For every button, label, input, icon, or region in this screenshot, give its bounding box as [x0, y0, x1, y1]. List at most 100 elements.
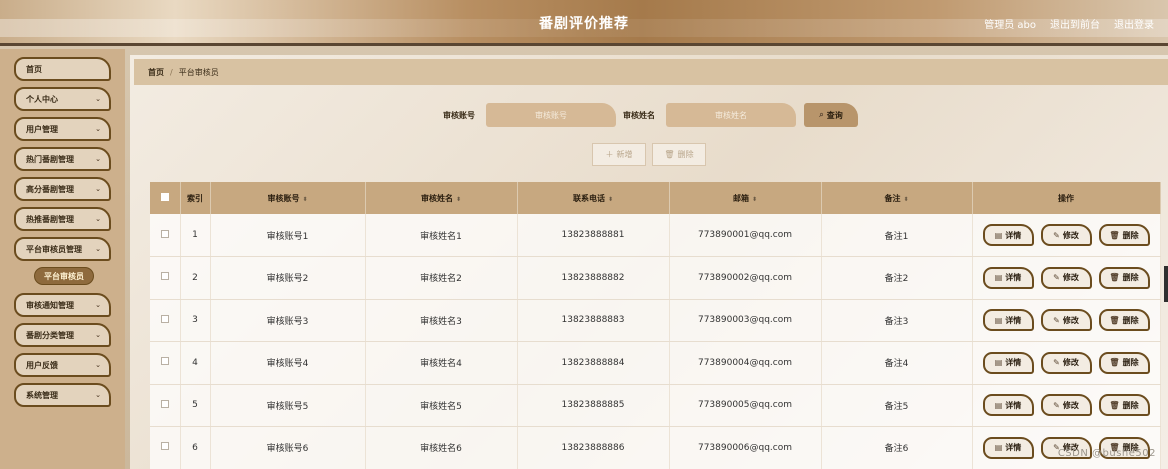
table-row: 5 审核账号5 审核姓名5 13823888885 773890005@qq.c…: [150, 384, 1161, 427]
logout-link[interactable]: 退出登录: [1114, 16, 1154, 31]
row-checkbox[interactable]: [160, 399, 169, 408]
detail-button[interactable]: ▤ 详情: [982, 436, 1034, 459]
row-checkbox[interactable]: [160, 314, 169, 323]
sidebar-item-hot-anime[interactable]: 热门番剧管理 ⌄: [14, 147, 111, 171]
table-row: 1 审核账号1 审核姓名1 13823888881 773890001@qq.c…: [150, 214, 1161, 257]
trash-icon: 🗑: [1109, 273, 1120, 283]
row-select-cell: [150, 384, 181, 427]
add-button[interactable]: ＋ 新增: [592, 143, 646, 166]
header-name[interactable]: 审核姓名 ⬍: [365, 182, 518, 214]
cell-email: 773890001@qq.com: [669, 214, 822, 257]
cell-name: 审核姓名6: [365, 426, 518, 469]
edit-button[interactable]: ✎ 修改: [1040, 394, 1092, 417]
delete-button[interactable]: 🗑 删除: [1098, 394, 1150, 417]
sidebar-item-feedback[interactable]: 用户反馈 ⌄: [14, 353, 111, 377]
table-row: 4 审核账号4 审核姓名4 13823888884 773890004@qq.c…: [150, 341, 1161, 385]
main-content: 首页 / 平台审核员 审核账号 审核姓名 ⌕ 查询 ＋ 新增 🗑 删除 索引: [130, 55, 1168, 469]
cell-index: 5: [180, 384, 211, 427]
sidebar-item-reviewer-management[interactable]: 平台审核员管理 ⌄: [14, 237, 111, 261]
reviewer-table: 索引 审核账号 ⬍ 审核姓名 ⬍ 联系电话 ⬍ 邮箱 ⬍ 备注 ⬍ 操作 1 审核账号1 …: [150, 182, 1161, 469]
admin-user-label: 管理员 abo: [984, 20, 1036, 31]
header-note[interactable]: 备注 ⬍: [821, 182, 973, 214]
cell-note: 备注3: [821, 299, 973, 342]
scrollbar-handle[interactable]: [1164, 266, 1168, 302]
sidebar-item-profile[interactable]: 个人中心 ⌄: [14, 87, 111, 111]
sidebar-item-system[interactable]: 系统管理 ⌄: [14, 383, 111, 407]
row-checkbox[interactable]: [160, 442, 169, 451]
delete-button[interactable]: 🗑 删除: [1098, 224, 1150, 246]
document-icon: ▤: [994, 443, 1003, 453]
cell-ops: ▤ 详情 ✎ 修改 🗑 删除: [972, 214, 1161, 257]
back-to-front-link[interactable]: 退出到前台: [1050, 16, 1100, 31]
query-button[interactable]: ⌕ 查询: [804, 103, 858, 127]
sidebar-item-anime-categories[interactable]: 番剧分类管理 ⌄: [14, 323, 111, 347]
edit-button[interactable]: ✎ 修改: [1040, 309, 1092, 332]
sidebar-item-home[interactable]: 首页: [14, 57, 111, 81]
cell-ops: ▤ 详情 ✎ 修改 🗑 删除: [972, 299, 1161, 342]
cell-account: 审核账号4: [210, 341, 366, 385]
sidebar-item-review-notices[interactable]: 审核通知管理 ⌄: [14, 293, 111, 317]
trash-icon: 🗑: [1109, 358, 1120, 368]
cell-email: 773890004@qq.com: [669, 341, 822, 385]
delete-button[interactable]: 🗑 删除: [1098, 351, 1150, 374]
sidebar-item-high-score-anime[interactable]: 高分番剧管理 ⌄: [14, 177, 111, 201]
row-select-cell: [150, 299, 181, 342]
sidebar-item-recommended-anime[interactable]: 热推番剧管理 ⌄: [14, 207, 111, 231]
row-checkbox[interactable]: [160, 272, 169, 281]
sidebar-subitem-reviewers[interactable]: 平台审核员: [34, 267, 94, 285]
plus-icon: ＋: [605, 150, 614, 159]
document-icon: ▤: [994, 358, 1003, 368]
cell-ops: ▤ 详情 ✎ 修改 🗑 删除: [972, 384, 1161, 427]
row-checkbox[interactable]: [160, 229, 169, 238]
cell-account: 审核账号2: [210, 256, 366, 300]
pencil-icon: ✎: [1053, 400, 1060, 410]
detail-button[interactable]: ▤ 详情: [982, 394, 1034, 417]
row-checkbox[interactable]: [160, 357, 169, 366]
cell-index: 6: [180, 426, 211, 469]
pencil-icon: ✎: [1053, 358, 1060, 368]
account-search-input[interactable]: [486, 103, 616, 127]
name-search-input[interactable]: [666, 103, 796, 127]
cell-account: 审核账号5: [210, 384, 366, 427]
header-account[interactable]: 审核账号 ⬍: [210, 182, 366, 214]
edit-button[interactable]: ✎ 修改: [1040, 224, 1092, 246]
sidebar-item-users[interactable]: 用户管理 ⌄: [14, 117, 111, 141]
sort-icon: ⬍: [751, 195, 758, 203]
detail-button[interactable]: ▤ 详情: [982, 351, 1034, 374]
delete-button[interactable]: 🗑 删除: [1098, 266, 1150, 289]
header-ops: 操作: [972, 182, 1161, 214]
chevron-down-icon: ⌄: [95, 185, 101, 193]
header-email[interactable]: 邮箱 ⬍: [669, 182, 822, 214]
header-phone[interactable]: 联系电话 ⬍: [517, 182, 670, 214]
cell-name: 审核姓名1: [365, 214, 518, 257]
cell-note: 备注2: [821, 256, 973, 300]
delete-button[interactable]: 🗑 删除: [1098, 309, 1150, 332]
pencil-icon: ✎: [1053, 273, 1060, 283]
search-icon: ⌕: [819, 110, 824, 119]
edit-button[interactable]: ✎ 修改: [1040, 351, 1092, 374]
detail-button[interactable]: ▤ 详情: [982, 309, 1034, 332]
header-links: 管理员 abo 退出到前台 退出登录: [984, 16, 1154, 31]
detail-button[interactable]: ▤ 详情: [982, 224, 1034, 246]
cell-email: 773890005@qq.com: [669, 384, 822, 427]
edit-button[interactable]: ✎ 修改: [1040, 266, 1092, 289]
sort-icon: ⬍: [455, 195, 462, 203]
watermark: CSDN @bushe502: [1057, 448, 1156, 459]
account-search-label: 审核账号: [443, 111, 475, 120]
chevron-down-icon: ⌄: [95, 331, 101, 339]
document-icon: ▤: [994, 273, 1003, 283]
cell-ops: ▤ 详情 ✎ 修改 🗑 删除: [972, 256, 1161, 300]
chevron-down-icon: ⌄: [95, 301, 101, 309]
batch-delete-button[interactable]: 🗑 删除: [652, 143, 706, 166]
chevron-down-icon: ⌄: [95, 391, 101, 399]
cell-phone: 13823888886: [517, 426, 670, 469]
document-icon: ▤: [994, 230, 1003, 240]
detail-button[interactable]: ▤ 详情: [982, 266, 1034, 289]
document-icon: ▤: [994, 400, 1003, 410]
breadcrumb-home[interactable]: 首页: [148, 67, 164, 78]
cell-note: 备注4: [821, 341, 973, 385]
cell-phone: 13823888884: [517, 341, 670, 385]
select-all-checkbox[interactable]: [160, 193, 169, 201]
cell-index: 3: [180, 299, 211, 342]
cell-account: 审核账号1: [210, 214, 366, 257]
